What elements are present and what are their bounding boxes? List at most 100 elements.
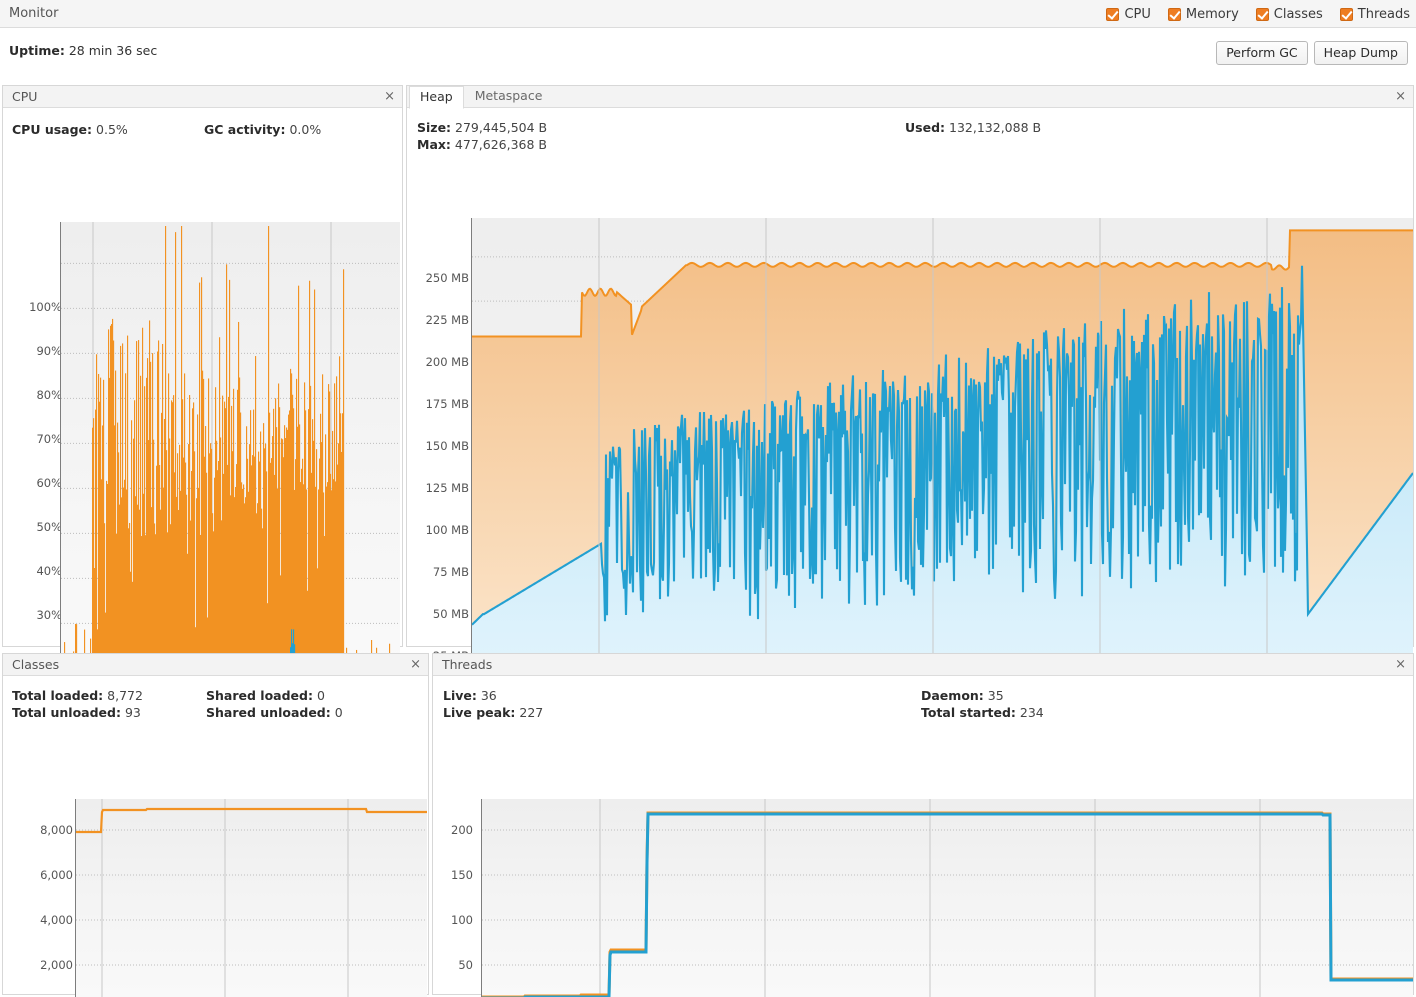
gc-activity-value: 0.0% — [289, 122, 322, 137]
classes-panel: Classes × Total loaded: 8,772 Shared loa… — [2, 653, 429, 997]
classes-stats: Total loaded: 8,772 Shared loaded: 0 Tot… — [3, 676, 428, 720]
tab-metaspace[interactable]: Metaspace — [464, 85, 554, 108]
heap-size-stat: Size: 279,445,504 B — [417, 120, 547, 135]
cpu-ytick-40: 40% — [36, 564, 62, 578]
heap-panel-header: Heap Metaspace × — [407, 85, 1413, 109]
checkbox-threads-label: Threads — [1357, 6, 1410, 22]
cpu-ytick-30: 30% — [36, 608, 62, 622]
gc-activity-label: GC activity: — [204, 122, 286, 137]
heap-dump-button[interactable]: Heap Dump — [1313, 41, 1408, 65]
cpu-ytick-60: 60% — [36, 476, 62, 490]
heap-max-stat: Max: 477,626,368 B — [417, 137, 547, 152]
heap-size-value: 279,445,504 B — [455, 120, 548, 135]
heap-size-label: Size: — [417, 120, 452, 135]
heap-plot-area — [471, 218, 1413, 699]
uptime-value: 28 min 36 sec — [68, 43, 158, 58]
heap-used-value: 132,132,088 B — [949, 120, 1042, 135]
checkmark-icon — [1167, 7, 1181, 21]
cpu-ytick-90: 90% — [36, 344, 62, 358]
heap-stats: Size: 279,445,504 B Max: 477,626,368 B U… — [407, 108, 1413, 152]
shared-loaded-label: Shared loaded: — [206, 688, 313, 703]
cpu-panel-header: CPU × — [3, 86, 402, 108]
total-loaded-value: 8,772 — [107, 688, 143, 703]
total-started-value: 234 — [1019, 705, 1044, 720]
perform-gc-button[interactable]: Perform GC — [1216, 41, 1308, 65]
heap-ytick-50: 50 MB — [432, 607, 469, 621]
checkbox-cpu[interactable]: CPU — [1106, 6, 1151, 22]
checkbox-threads[interactable]: Threads — [1339, 6, 1410, 22]
threads-ytick-200: 200 — [451, 823, 473, 837]
shared-loaded-value: 0 — [316, 688, 325, 703]
total-started-stat: Total started: 234 — [921, 705, 1044, 720]
classes-ytick-6000: 6,000 — [40, 868, 73, 882]
total-started-label: Total started: — [921, 705, 1016, 720]
heap-used-stat: Used: 132,132,088 B — [905, 120, 1041, 135]
cpu-plot-area — [60, 222, 400, 678]
live-peak-label: Live peak: — [443, 705, 516, 720]
live-value: 36 — [480, 688, 497, 703]
threads-stats: Live: 36 Daemon: 35 Live peak: 227 Total… — [433, 676, 1413, 720]
metric-toggles: CPU Memory Classes Threads — [1106, 0, 1410, 28]
shared-unloaded-stat: Shared unloaded: 0 — [206, 705, 343, 720]
total-unloaded-label: Total unloaded: — [12, 705, 121, 720]
cpu-panel-title: CPU — [12, 89, 38, 104]
cpu-usage-value: 0.5% — [96, 122, 128, 137]
window-title: Monitor — [9, 6, 59, 21]
heap-used-label: Used: — [905, 120, 946, 135]
shared-loaded-stat: Shared loaded: 0 — [206, 688, 325, 703]
daemon-stat: Daemon: 35 — [921, 688, 1004, 703]
threads-plot-svg — [482, 799, 1413, 997]
heap-ytick-100: 100 MB — [425, 523, 469, 537]
heap-panel: Heap Metaspace × Size: 279,445,504 B Max… — [406, 85, 1414, 735]
tab-heap[interactable]: Heap — [409, 85, 464, 109]
classes-ytick-2000: 2,000 — [40, 958, 73, 972]
heap-plot-svg — [472, 218, 1413, 698]
close-icon[interactable]: × — [384, 88, 395, 105]
shared-unloaded-value: 0 — [334, 705, 343, 720]
memory-tabs: Heap Metaspace — [409, 85, 554, 109]
threads-ytick-50: 50 — [458, 958, 473, 972]
close-icon[interactable]: × — [1395, 656, 1406, 673]
total-unloaded-value: 93 — [124, 705, 141, 720]
classes-ytick-4000: 4,000 — [40, 913, 73, 927]
uptime-label: Uptime: — [9, 43, 65, 58]
shared-unloaded-label: Shared unloaded: — [206, 705, 331, 720]
heap-max-label: Max: — [417, 137, 451, 152]
cpu-plot-svg — [61, 222, 400, 677]
classes-plot-svg — [76, 799, 427, 997]
classes-plot-area — [75, 799, 427, 997]
checkbox-memory[interactable]: Memory — [1167, 6, 1239, 22]
classes-panel-header: Classes × — [3, 654, 428, 676]
live-peak-value: 227 — [519, 705, 544, 720]
close-icon[interactable]: × — [410, 656, 421, 673]
total-loaded-stat: Total loaded: 8,772 — [12, 688, 143, 703]
threads-ytick-150: 150 — [451, 868, 473, 882]
heap-ytick-75: 75 MB — [432, 565, 469, 579]
daemon-label: Daemon: — [921, 688, 984, 703]
cpu-ytick-70: 70% — [36, 432, 62, 446]
cpu-stats: CPU usage: 0.5% GC activity: 0.0% — [3, 108, 402, 152]
uptime-row: Uptime: 28 min 36 sec Perform GC Heap Du… — [0, 28, 1416, 80]
checkbox-classes[interactable]: Classes — [1255, 6, 1323, 22]
checkbox-cpu-label: CPU — [1124, 6, 1151, 22]
classes-panel-title: Classes — [12, 657, 60, 672]
threads-panel: Threads × Live: 36 Daemon: 35 Live peak:… — [432, 653, 1414, 997]
threads-ytick-100: 100 — [451, 913, 473, 927]
live-peak-stat: Live peak: 227 — [443, 705, 543, 720]
cpu-ytick-80: 80% — [36, 388, 62, 402]
heap-ytick-250: 250 MB — [425, 271, 469, 285]
cpu-usage-stat: CPU usage: 0.5% — [12, 122, 128, 137]
checkbox-classes-label: Classes — [1273, 6, 1323, 22]
heap-ytick-200: 200 MB — [425, 355, 469, 369]
checkmark-icon — [1106, 7, 1120, 21]
checkbox-memory-label: Memory — [1185, 6, 1239, 22]
close-icon[interactable]: × — [1395, 88, 1406, 105]
cpu-usage-label: CPU usage: — [12, 122, 93, 137]
live-stat: Live: 36 — [443, 688, 497, 703]
window-titlebar: Monitor CPU Memory Classes Threads — [0, 0, 1416, 28]
visualvm-monitor-window: Monitor CPU Memory Classes Threads Uptim… — [0, 0, 1416, 997]
threads-plot-area — [481, 799, 1413, 997]
heap-ytick-175: 175 MB — [425, 397, 469, 411]
checkmark-icon — [1339, 7, 1353, 21]
heap-ytick-150: 150 MB — [425, 439, 469, 453]
